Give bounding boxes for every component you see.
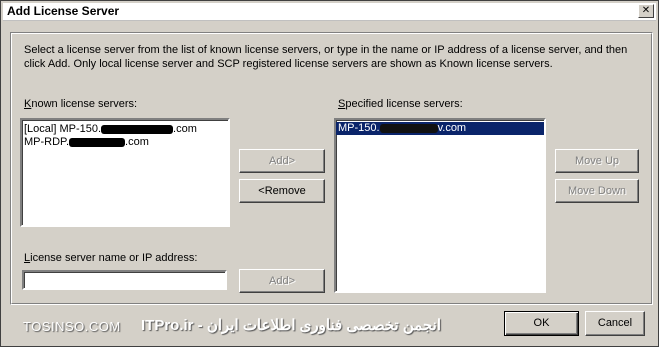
move-up-button[interactable]: Move Up (555, 149, 639, 173)
known-servers-list[interactable]: [Local] MP-150. .com MP-RDP. .com (20, 118, 230, 227)
known-servers-label: Known license servers: (24, 98, 138, 110)
redacted-mark (379, 123, 438, 133)
instructions-text: Select a license server from the list of… (24, 44, 628, 70)
title-bar[interactable]: Add License Server ✕ (3, 3, 656, 21)
add-button-bottom[interactable]: Add> (239, 269, 325, 293)
specified-servers-label: Specified license servers: (338, 98, 463, 110)
server-name-input[interactable] (22, 270, 227, 290)
move-down-button[interactable]: Move Down (555, 179, 639, 203)
redacted-mark (69, 137, 126, 147)
list-item[interactable]: MP-RDP. .com (22, 136, 228, 149)
list-item[interactable]: MP-150. v.com (336, 122, 544, 135)
add-button-top[interactable]: Add> (239, 149, 325, 173)
remove-button[interactable]: <Remove (239, 179, 325, 203)
close-icon[interactable]: ✕ (638, 4, 654, 18)
watermark-right: ITPro.ir - انجمن تخصصی فناوری اطلاعات ای… (141, 317, 441, 334)
server-name-label: License server name or IP address: (24, 252, 198, 264)
specified-servers-list[interactable]: MP-150. v.com (334, 118, 546, 293)
watermark-left: TOSINSO.COM (23, 319, 121, 334)
add-license-server-dialog: Add License Server ✕ Select a license se… (0, 0, 659, 347)
redacted-mark (101, 124, 174, 134)
cancel-button[interactable]: Cancel (585, 311, 645, 336)
dialog-title: Add License Server (7, 4, 120, 18)
list-item[interactable]: [Local] MP-150. .com (22, 123, 228, 136)
ok-button[interactable]: OK (504, 311, 579, 336)
